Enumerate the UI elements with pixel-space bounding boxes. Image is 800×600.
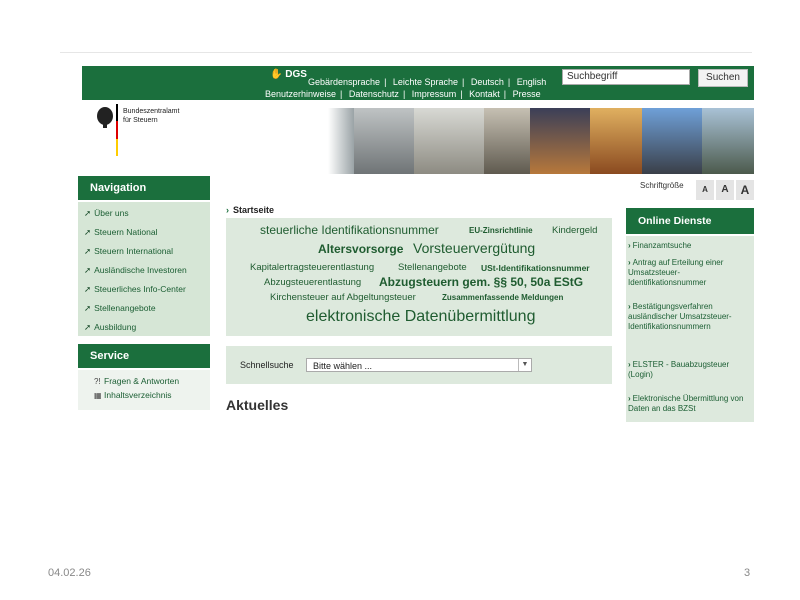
online-service-datenuebermittlung[interactable]: › Elektronische Übermittlung von Daten an… [628, 394, 752, 414]
tag-ust-id[interactable]: USt-Identifikationsnummer [481, 263, 590, 273]
link-kontakt[interactable]: Kontakt [469, 89, 500, 99]
nav-item-steuern-national[interactable]: ➚ Steuern National [84, 227, 157, 238]
tag-kapitalertragsteuerentlastung[interactable]: Kapitalertragsteuerentlastung [250, 262, 374, 273]
font-size-medium-button[interactable]: A [716, 180, 734, 200]
online-service-ust-id-antrag[interactable]: › Antrag auf Erteilung einer Umsatzsteuer… [628, 258, 752, 288]
question-icon: ?! [94, 377, 101, 386]
service-menu: ?! Fragen & Antworten ▦ Inhaltsverzeichnis [78, 370, 210, 410]
federal-eagle-icon [97, 107, 113, 128]
nav-item-steuern-international[interactable]: ➚ Steuern International [84, 246, 173, 257]
chevron-right-icon: › [628, 360, 631, 369]
online-services-heading: Online Dienste [626, 208, 754, 234]
search-button[interactable]: Suchen [698, 69, 748, 87]
chevron-down-icon[interactable]: ▼ [518, 359, 531, 371]
slide-page-number: 3 [744, 567, 751, 579]
online-services-menu: › Finanzamtsuche › Antrag auf Erteilung ei… [626, 236, 754, 422]
arrow-icon: ➚ [84, 284, 92, 294]
online-service-elster[interactable]: › ELSTER - Bauabzugsteuer (Login) [628, 360, 752, 380]
tag-abzugsteuerentlastung[interactable]: Abzugsteuerentlastung [264, 277, 361, 288]
nav-item-auslaendische-investoren[interactable]: ➚ Ausländische Investoren [84, 265, 187, 276]
bzst-logo-text[interactable]: Bundeszentralamt für Steuern [123, 107, 179, 125]
service-heading: Service [78, 344, 210, 368]
tag-kindergeld[interactable]: Kindergeld [552, 225, 597, 236]
german-flag-stripe [116, 104, 118, 156]
tag-altersvorsorge[interactable]: Altersvorsorge [318, 242, 403, 256]
online-service-bestaetigungsverfahren[interactable]: › Bestätigungsverfahren ausländischer Ums… [628, 302, 752, 332]
arrow-icon: ➚ [84, 246, 92, 256]
slide-date: 04.02.26 [48, 567, 91, 579]
tag-steuer-id[interactable]: steuerliche Identifikationsnummer [260, 223, 439, 237]
link-english[interactable]: English [517, 77, 547, 87]
tag-abzugsteuern-estg[interactable]: Abzugsteuern gem. §§ 50, 50a EStG [379, 275, 583, 289]
service-item-index[interactable]: ▦ Inhaltsverzeichnis [94, 390, 172, 400]
arrow-icon: ➚ [84, 265, 92, 275]
nav-item-stellenangebote[interactable]: ➚ Stellenangebote [84, 303, 156, 314]
nav-item-info-center[interactable]: ➚ Steuerliches Info-Center [84, 284, 186, 295]
font-size-large-button[interactable]: A [736, 180, 754, 200]
arrow-icon: ➚ [84, 208, 92, 218]
font-size-small-button[interactable]: A [696, 180, 714, 200]
quick-search-panel: Schnellsuche Bitte wählen ... ▼ [226, 346, 612, 384]
navigation-menu: ➚ Über uns ➚ Steuern National ➚ Steuern Int… [78, 202, 210, 336]
chevron-right-icon: › [628, 302, 631, 311]
header-links-row1: Gebärdensprache | Leichte Sprache | Deutsc… [308, 77, 547, 87]
nav-item-ausbildung[interactable]: ➚ Ausbildung [84, 322, 136, 333]
header-banner-image [328, 108, 754, 174]
header-links-row2: Benutzerhinweise | Datenschutz | Impressum… [265, 89, 541, 99]
chevron-right-icon: › [226, 205, 229, 215]
tag-elektronische-datenuebermittlung[interactable]: elektronische Datenübermittlung [306, 308, 535, 326]
tag-kirchensteuer[interactable]: Kirchensteuer auf Abgeltungsteuer [270, 292, 416, 303]
website-screenshot: ✋ DGS Gebärdensprache | Leichte Sprache | … [78, 64, 754, 424]
dgs-logo-icon[interactable]: ✋ DGS [270, 69, 307, 80]
tag-cloud: steuerliche Identifikationsnummer EU-Zin… [226, 218, 612, 336]
chevron-right-icon: › [628, 258, 631, 267]
quick-search-select[interactable]: Bitte wählen ... ▼ [306, 358, 532, 372]
link-datenschutz[interactable]: Datenschutz [349, 89, 399, 99]
online-service-finanzamtsuche[interactable]: › Finanzamtsuche [628, 241, 752, 251]
tag-vorsteuerverguetung[interactable]: Vorsteuervergütung [413, 240, 535, 256]
nav-item-ueber-uns[interactable]: ➚ Über uns [84, 208, 129, 219]
service-item-faq[interactable]: ?! Fragen & Antworten [94, 376, 179, 386]
navigation-heading: Navigation [78, 176, 210, 200]
header-bar: ✋ DGS Gebärdensprache | Leichte Sprache | … [82, 66, 754, 100]
tag-zusammenfassende-meldungen[interactable]: Zusammenfassende Meldungen [442, 293, 563, 302]
tag-stellenangebote[interactable]: Stellenangebote [398, 262, 467, 273]
link-leichte-sprache[interactable]: Leichte Sprache [393, 77, 458, 87]
section-title-aktuelles: Aktuelles [226, 397, 289, 413]
slide-top-rule [60, 52, 752, 53]
breadcrumb[interactable]: › Startseite [226, 205, 274, 215]
quick-search-selected-value: Bitte wählen ... [313, 361, 373, 371]
link-impressum[interactable]: Impressum [412, 89, 457, 99]
quick-search-label: Schnellsuche [240, 360, 294, 370]
arrow-icon: ➚ [84, 322, 92, 332]
font-size-label: Schriftgröße [640, 181, 684, 190]
search-input[interactable]: Suchbegriff [562, 69, 690, 85]
chevron-right-icon: › [628, 394, 631, 403]
arrow-icon: ➚ [84, 303, 92, 313]
link-benutzerhinweise[interactable]: Benutzerhinweise [265, 89, 336, 99]
tag-eu-zinsrichtlinie[interactable]: EU-Zinsrichtlinie [469, 226, 533, 235]
arrow-icon: ➚ [84, 227, 92, 237]
link-deutsch[interactable]: Deutsch [471, 77, 504, 87]
link-presse[interactable]: Presse [513, 89, 541, 99]
link-gebaerdensprache[interactable]: Gebärdensprache [308, 77, 380, 87]
chevron-right-icon: › [628, 241, 631, 250]
sitemap-icon: ▦ [94, 391, 102, 400]
